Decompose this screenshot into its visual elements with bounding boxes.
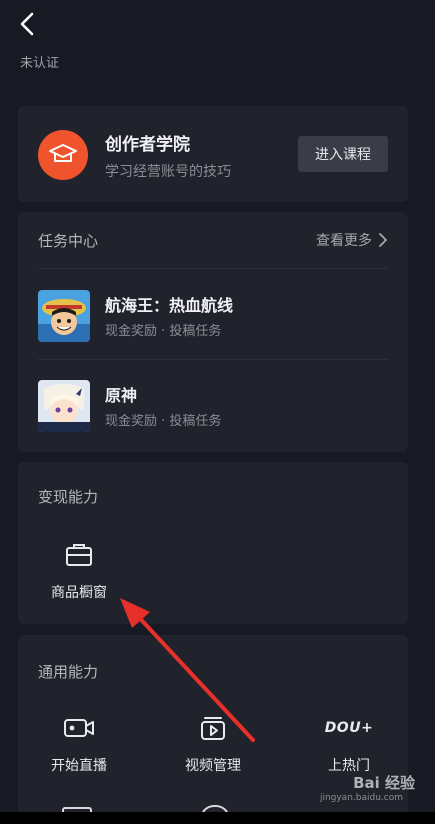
enter-course-button[interactable]: 进入课程 (298, 136, 388, 172)
chevron-right-icon (379, 233, 387, 247)
verification-status: 未认证 (20, 56, 60, 71)
task-title: 航海王：热血航线 (105, 296, 234, 315)
live-camera-icon (62, 713, 96, 743)
shop-window-icon (62, 540, 96, 570)
divider (38, 359, 388, 360)
task-center-card: 任务中心 查看更多 航海王：热血航线 现金奖励 · 投稿任务 原神 现金奖励 ·… (18, 212, 408, 452)
feature-label: 视频管理 (185, 758, 241, 774)
see-more-label: 查看更多 (316, 233, 372, 249)
one-piece-game-thumbnail (38, 290, 90, 342)
see-more-link[interactable]: 查看更多 (316, 230, 388, 250)
start-live-button[interactable]: 开始直播 (34, 713, 124, 793)
back-arrow-icon (20, 12, 34, 36)
monetization-title: 变现能力 (38, 488, 99, 506)
task-subtitle: 现金奖励 · 投稿任务 (105, 324, 222, 339)
dou-plus-logo: DOU+ (324, 720, 374, 736)
task-item[interactable]: 航海王：热血航线 现金奖励 · 投稿任务 (18, 282, 408, 352)
bottom-bar (0, 812, 435, 824)
task-item[interactable]: 原神 现金奖励 · 投稿任务 (18, 372, 408, 442)
general-title: 通用能力 (38, 663, 99, 681)
divider (38, 268, 388, 269)
monetization-card: 变现能力 商品橱窗 (18, 462, 408, 624)
feature-label: 开始直播 (51, 758, 107, 774)
task-title: 原神 (105, 386, 138, 405)
video-manage-icon (196, 713, 230, 743)
academy-subtitle: 学习经营账号的技巧 (105, 164, 231, 180)
watermark-url: jingyan.baidu.com (319, 793, 403, 803)
shop-window-button[interactable]: 商品橱窗 (34, 540, 124, 620)
watermark: Bai 经验 (353, 774, 415, 792)
genshin-game-thumbnail (38, 380, 90, 432)
feature-label: 商品橱窗 (51, 585, 107, 601)
top-bar (0, 0, 435, 48)
graduation-cap-icon (38, 130, 88, 180)
back-button[interactable] (14, 8, 42, 40)
video-manage-button[interactable]: 视频管理 (168, 713, 258, 793)
academy-title: 创作者学院 (105, 135, 190, 155)
task-subtitle: 现金奖励 · 投稿任务 (105, 414, 222, 429)
task-center-title: 任务中心 (38, 232, 99, 250)
creator-academy-card[interactable]: 创作者学院 学习经营账号的技巧 进入课程 (18, 106, 408, 202)
dou-plus-icon: DOU+ (319, 713, 379, 743)
